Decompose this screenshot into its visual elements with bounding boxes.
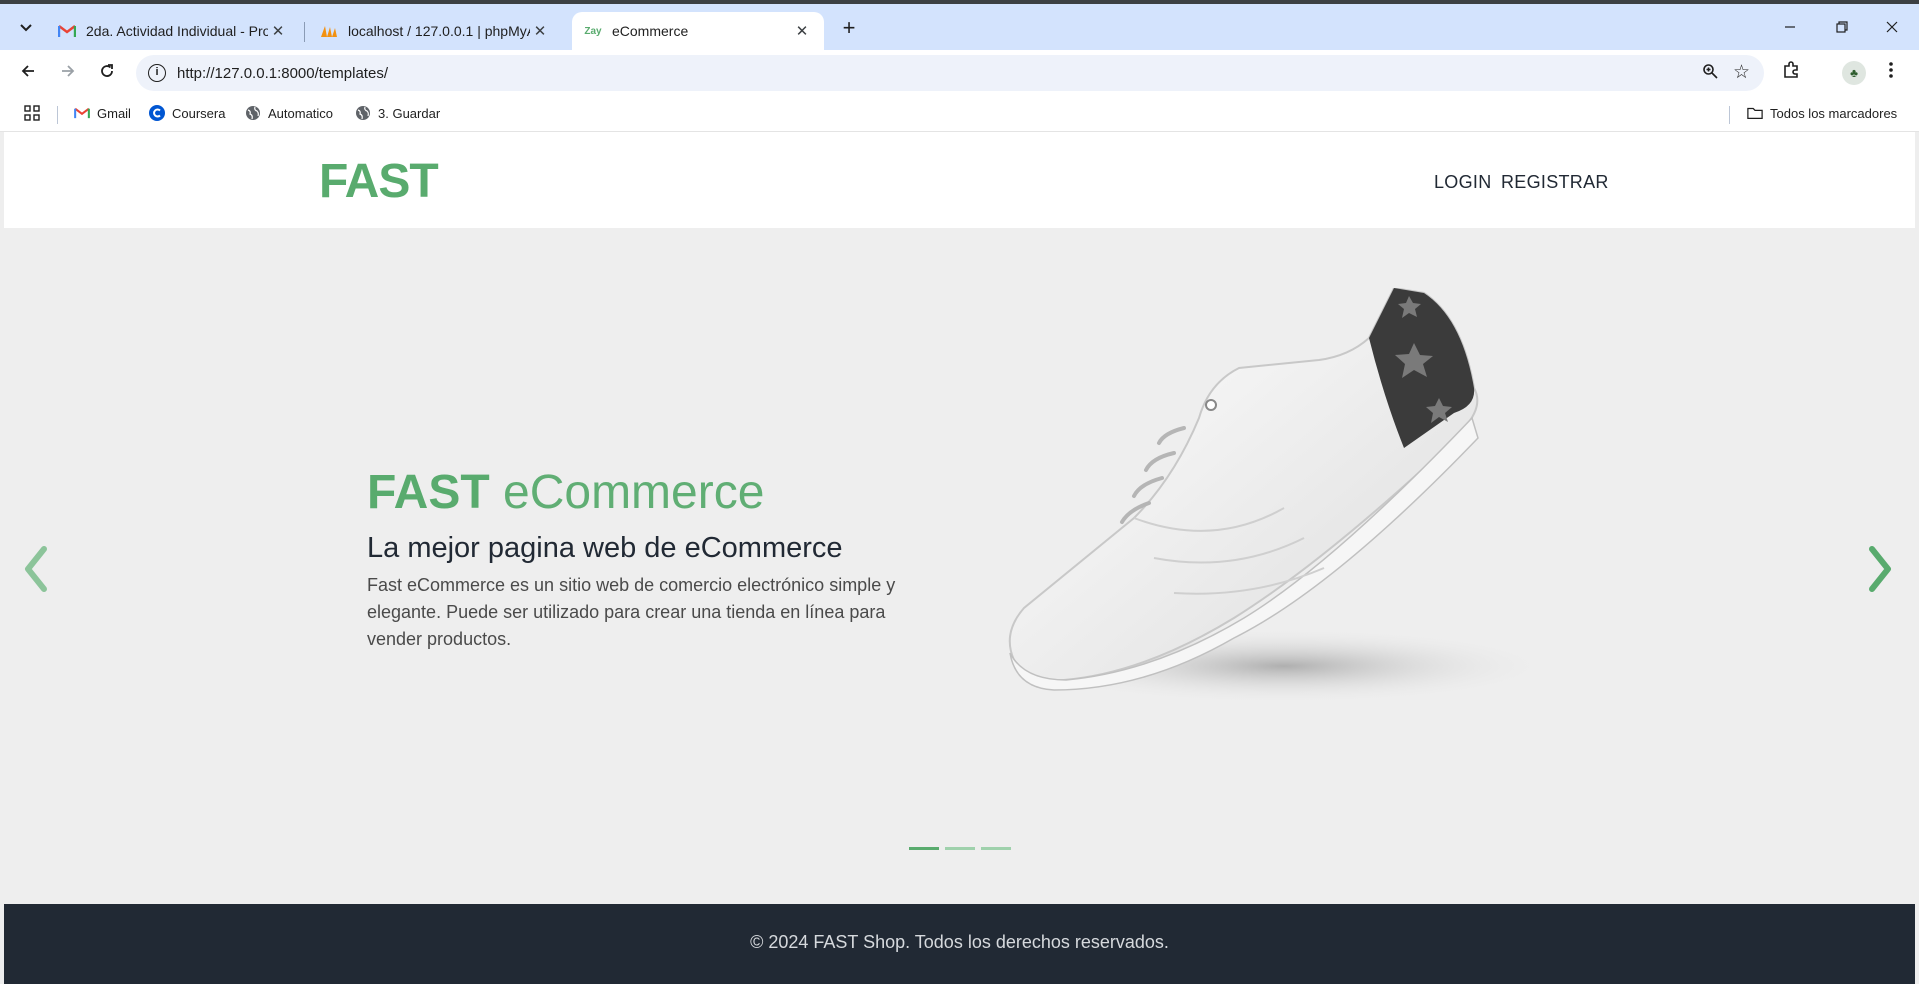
site-info-icon[interactable]: i — [148, 64, 166, 82]
tab-ecommerce-active[interactable]: Zay eCommerce ✕ — [572, 12, 824, 50]
close-tab-icon[interactable]: ✕ — [530, 22, 550, 40]
restore-button[interactable] — [1828, 16, 1856, 42]
hero-title-bold: FAST — [367, 466, 490, 519]
tab-title: localhost / 127.0.0.1 | phpMyAd — [348, 23, 530, 39]
bookmark-label: Automatico — [268, 105, 334, 121]
tab-title: eCommerce — [612, 23, 689, 39]
tab-phpmyadmin[interactable]: localhost / 127.0.0.1 | phpMyAd ✕ — [308, 12, 562, 50]
apps-grid-icon — [24, 105, 40, 121]
extensions-icon[interactable] — [1782, 61, 1800, 84]
bookmark-separator — [1729, 106, 1730, 124]
bookmarks-bar: Gmail Coursera Automatico 3. Guardar Tod… — [0, 96, 1919, 132]
apps-button[interactable] — [24, 105, 40, 121]
globe-icon — [355, 105, 371, 121]
tab-title: 2da. Actividad Individual - Proye — [86, 23, 268, 39]
chevron-down-icon — [20, 24, 32, 32]
bookmark-gmail[interactable]: Gmail — [74, 105, 131, 121]
new-tab-button[interactable]: + — [836, 16, 862, 42]
globe-icon — [245, 105, 261, 121]
bookmark-automatico[interactable]: Automatico — [245, 105, 333, 121]
folder-icon — [1747, 105, 1763, 121]
register-link[interactable]: REGISTRAR — [1501, 172, 1609, 193]
close-tab-icon[interactable]: ✕ — [792, 22, 812, 40]
hero-title-light: eCommerce — [503, 466, 765, 519]
address-bar[interactable]: i http://127.0.0.1:8000/templates/ ☆ — [136, 55, 1764, 91]
footer-copyright: © 2024 FAST Shop. Todos los derechos res… — [750, 932, 1169, 952]
bookmark-coursera[interactable]: Coursera — [149, 105, 225, 121]
bookmark-separator — [57, 106, 58, 124]
carousel-indicators — [909, 847, 1011, 850]
login-link[interactable]: LOGIN — [1434, 172, 1492, 193]
tab-strip: 2da. Actividad Individual - Proye ✕ loca… — [0, 0, 1919, 50]
close-window-button[interactable] — [1878, 16, 1906, 42]
site-footer: © 2024 FAST Shop. Todos los derechos res… — [4, 904, 1915, 984]
sneaker-image — [1008, 288, 1554, 704]
reload-icon — [101, 64, 113, 77]
bookmark-guardar[interactable]: 3. Guardar — [355, 105, 440, 121]
all-bookmarks-button[interactable]: Todos los marcadores — [1747, 105, 1897, 121]
tab-gmail[interactable]: 2da. Actividad Individual - Proye ✕ — [46, 12, 300, 50]
zay-icon: Zay — [584, 25, 602, 37]
hero-description: Fast eCommerce es un sitio web de comerc… — [367, 575, 896, 649]
coursera-icon — [149, 105, 165, 121]
forward-button[interactable] — [55, 60, 81, 86]
hero-title: FAST eCommerce — [367, 465, 764, 520]
url-text[interactable]: http://127.0.0.1:8000/templates/ — [177, 65, 388, 82]
chevron-left-icon — [25, 546, 47, 592]
gmail-icon — [74, 105, 90, 121]
close-icon — [1886, 21, 1898, 33]
browser-toolbar: i http://127.0.0.1:8000/templates/ ☆ ♣ — [0, 50, 1919, 96]
phpmyadmin-icon — [320, 22, 338, 40]
hero-carousel: FAST eCommerce La mejor pagina web de eC… — [4, 228, 1915, 904]
bookmark-label: Coursera — [172, 105, 226, 121]
carousel-indicator-1[interactable] — [909, 847, 939, 850]
bookmark-label: 3. Guardar — [378, 105, 441, 121]
web-page: FAST LOGIN REGISTRAR FAST eCommerce La m… — [4, 132, 1915, 984]
bookmark-star-icon[interactable]: ☆ — [1733, 61, 1750, 84]
carousel-indicator-2[interactable] — [945, 847, 975, 850]
profile-avatar[interactable]: ♣ — [1842, 61, 1866, 85]
chevron-right-icon — [1869, 546, 1891, 592]
gmail-icon — [58, 22, 76, 40]
carousel-indicator-3[interactable] — [981, 847, 1011, 850]
close-tab-icon[interactable]: ✕ — [268, 22, 288, 40]
restore-icon — [1836, 21, 1848, 33]
site-header: FAST LOGIN REGISTRAR — [4, 132, 1915, 228]
reload-button[interactable] — [94, 60, 120, 86]
tab-search-button[interactable] — [12, 14, 40, 42]
zoom-icon[interactable] — [1702, 63, 1718, 84]
carousel-prev-button[interactable] — [18, 543, 58, 603]
arrow-left-icon — [21, 65, 34, 77]
bookmark-label: Gmail — [97, 105, 131, 121]
back-button[interactable] — [15, 60, 41, 86]
minimize-button[interactable] — [1776, 16, 1804, 42]
minimize-icon — [1785, 26, 1795, 28]
hero-subtitle: La mejor pagina web de eCommerce — [367, 532, 843, 564]
site-logo[interactable]: FAST — [319, 154, 439, 209]
carousel-next-button[interactable] — [1862, 543, 1902, 603]
all-bookmarks-label: Todos los marcadores — [1770, 105, 1898, 121]
tab-separator — [304, 22, 305, 42]
more-menu-icon[interactable] — [1888, 61, 1894, 84]
arrow-right-icon — [62, 65, 75, 77]
